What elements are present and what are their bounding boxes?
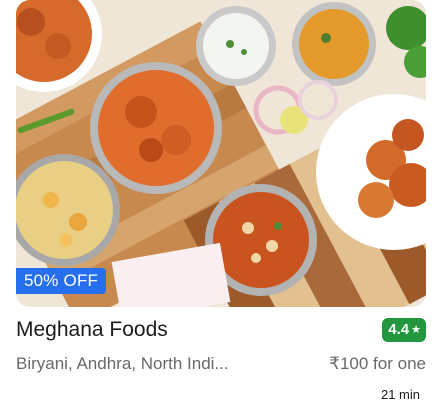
cuisine-list: Biryani, Andhra, North Indi...: [16, 354, 229, 373]
restaurant-name[interactable]: Meghana Foods: [16, 318, 168, 342]
delivery-time: 21 min: [380, 387, 420, 402]
restaurant-card[interactable]: 50% OFF Meghana Foods 4.4 ★ Biryani, And…: [0, 0, 438, 420]
rating-value: 4.4: [388, 321, 410, 338]
restaurant-photo[interactable]: [16, 0, 426, 307]
rating-badge: 4.4 ★: [382, 318, 426, 342]
offer-badge: 50% OFF: [16, 268, 107, 294]
star-icon: ★: [411, 324, 421, 336]
price-for-one: ₹100 for one: [329, 354, 426, 373]
